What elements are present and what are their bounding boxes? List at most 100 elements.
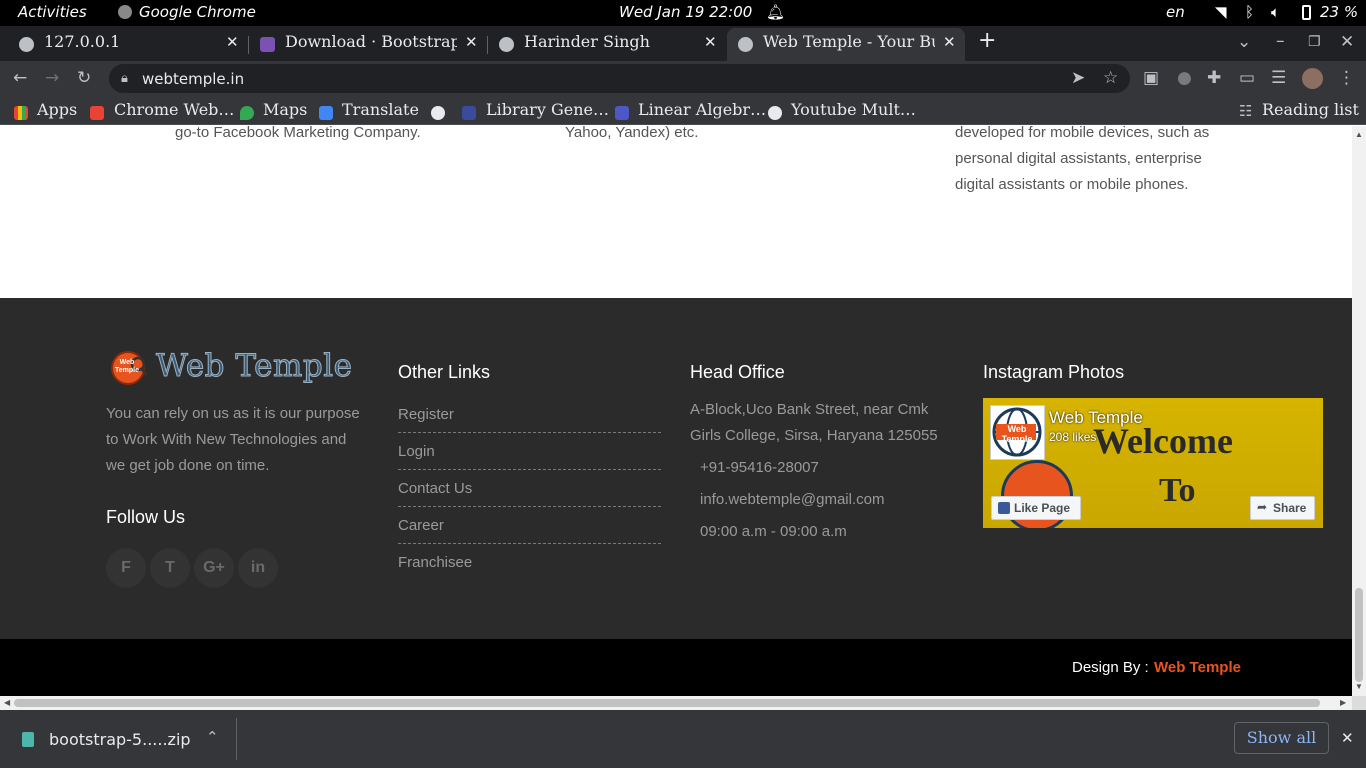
link-label[interactable]: Career (398, 517, 444, 534)
show-all-button[interactable]: Show all (1234, 722, 1329, 754)
url-text[interactable]: webtemple.in (142, 70, 244, 88)
phone-number[interactable]: +91-95416-28007 (700, 455, 819, 481)
link-label[interactable]: Contact Us (398, 480, 472, 497)
close-shelf-icon[interactable]: ✕ (1341, 729, 1354, 747)
close-tab-icon[interactable]: ✕ (943, 33, 956, 51)
email-address[interactable]: info.webtemple@gmail.com (700, 487, 884, 513)
tab-search-chevron-icon[interactable]: ⌄ (1237, 33, 1251, 51)
bookmark-apps[interactable]: Apps (37, 100, 77, 119)
facebook-social-button[interactable]: F (106, 548, 146, 588)
google-plus-social-button[interactable]: G+ (194, 548, 234, 588)
service-text-mobile-3: digital assistants or mobile phones. (955, 176, 1189, 193)
footer-link-contact[interactable]: Contact Us (398, 470, 661, 507)
follow-us-heading: Follow Us (106, 507, 186, 527)
globe-icon (431, 106, 445, 120)
reload-button[interactable]: ↻ (77, 69, 91, 87)
minimize-button[interactable]: – (1276, 32, 1285, 50)
design-by-label: Design By : (1072, 659, 1149, 676)
share-label: Share (1273, 501, 1307, 515)
globe-icon (499, 37, 514, 52)
activities-button[interactable]: Activities (18, 3, 87, 21)
notification-bell-icon: 🔔︎ (766, 3, 786, 21)
tab-harinder[interactable]: Harinder Singh ✕ (488, 28, 726, 61)
bookmark-translate[interactable]: Translate (342, 100, 419, 119)
scroll-down-arrow-icon[interactable]: ▼ (1355, 682, 1363, 691)
fb-page-name[interactable]: Web Temple (1049, 408, 1143, 428)
footer-link-career[interactable]: Career (398, 507, 661, 544)
scroll-right-arrow-icon[interactable]: ▶ (1340, 698, 1346, 707)
forward-button[interactable]: → (45, 69, 59, 87)
scroll-up-arrow-icon[interactable]: ▲ (1355, 130, 1363, 139)
close-tab-icon[interactable]: ✕ (704, 33, 717, 51)
link-label[interactable]: Login (398, 443, 435, 460)
about-text-line-3: we get job done on time. (106, 457, 270, 474)
service-text-mobile-2: personal digital assistants, enterprise (955, 150, 1202, 167)
horizontal-scroll-thumb[interactable] (14, 699, 1320, 707)
download-item[interactable]: bootstrap-5.....zip ⌃ (0, 710, 236, 768)
restore-button[interactable]: ❐ (1308, 33, 1321, 51)
new-tab-button[interactable]: + (978, 30, 996, 52)
close-window-button[interactable]: ✕ (1340, 33, 1354, 51)
maps-pin-icon (240, 106, 254, 120)
banner-to-text: To (1159, 472, 1196, 509)
send-tab-icon[interactable]: ➤ (1071, 69, 1085, 87)
chrome-menu-icon[interactable]: ⋮ (1338, 69, 1355, 87)
app-menu[interactable]: Google Chrome (139, 3, 256, 21)
bookmark-linear-algebra[interactable]: Linear Algebr… (638, 100, 766, 119)
language-indicator[interactable]: en (1166, 3, 1185, 21)
close-tab-icon[interactable]: ✕ (465, 33, 478, 51)
tab-webtemple[interactable]: Web Temple - Your Business ✕ (727, 28, 965, 61)
download-file-name[interactable]: bootstrap-5.....zip (49, 730, 191, 749)
bookmark-star-icon[interactable]: ☆ (1103, 69, 1118, 87)
footer-brand-name[interactable]: Web Temple (156, 348, 353, 385)
about-text-line-1: You can rely on us as it is our purpose (106, 405, 360, 422)
zip-file-icon (22, 732, 34, 747)
tab-localhost[interactable]: 127.0.0.1 ✕ (8, 28, 246, 61)
vertical-scrollbar[interactable]: ▲ ▼ (1352, 126, 1366, 696)
tab-bootstrap[interactable]: Download · Bootstrap v5 ✕ (249, 28, 487, 61)
bookmark-library-genesis[interactable]: Library Gene… (486, 100, 609, 119)
footer-link-register[interactable]: Register (398, 396, 661, 433)
share-button[interactable]: ➦ Share (1250, 496, 1315, 520)
clock[interactable]: Wed Jan 19 22:00 (619, 3, 752, 21)
back-button[interactable]: ← (13, 69, 27, 87)
copyright-bar: Design By : Web Temple (0, 639, 1352, 696)
media-control-icon[interactable]: ☰ (1271, 69, 1286, 87)
profile-avatar[interactable] (1302, 68, 1323, 89)
translate-icon (319, 106, 333, 120)
reading-list-icon: ☷ (1239, 102, 1253, 120)
wifi-icon: ◥ (1215, 3, 1227, 21)
avatar-text: Web Temple (1001, 424, 1033, 444)
chevron-up-icon[interactable]: ⌃ (206, 728, 219, 746)
scroll-left-arrow-icon[interactable]: ◀ (4, 698, 10, 707)
link-label[interactable]: Franchisee (398, 554, 472, 571)
close-tab-icon[interactable]: ✕ (226, 33, 239, 51)
footer-link-franchisee[interactable]: Franchisee (398, 544, 661, 581)
link-label[interactable]: Register (398, 406, 454, 423)
facebook-page-widget[interactable]: Welcome To Web Temple Web Temple 208 lik… (983, 398, 1323, 528)
facebook-f-icon (998, 502, 1010, 514)
bookmark-maps[interactable]: Maps (263, 100, 307, 119)
twitter-social-button[interactable]: T (150, 548, 190, 588)
linear-algebra-icon (615, 106, 629, 120)
tab-capture-icon[interactable]: ▣ (1143, 69, 1159, 87)
extension-icon[interactable]: ● (1177, 69, 1192, 87)
office-hours: 09:00 a.m - 09:00 a.m (700, 523, 847, 540)
extensions-puzzle-icon[interactable]: ✚ (1207, 69, 1221, 87)
tab-title: 127.0.0.1 (44, 32, 121, 51)
linkedin-social-button[interactable]: in (238, 548, 278, 588)
bookmark-chrome-web-store[interactable]: Chrome Web… (114, 100, 234, 119)
bookmark-youtube-multi[interactable]: Youtube Mult… (791, 100, 916, 119)
cast-icon[interactable]: ▭ (1239, 69, 1255, 87)
bookmarks-bar: Apps Chrome Web… Maps Translate Library … (0, 96, 1366, 125)
chrome-app-icon (118, 5, 132, 19)
reading-list-button[interactable]: Reading list (1262, 100, 1359, 119)
design-by-link[interactable]: Web Temple (1154, 659, 1241, 676)
address-bar[interactable]: 🔒︎ webtemple.in ➤ ☆ (109, 64, 1130, 93)
horizontal-scrollbar[interactable]: ◀ ▶ (0, 696, 1352, 710)
vertical-scroll-thumb[interactable] (1355, 588, 1363, 682)
lock-icon[interactable]: 🔒︎ (121, 70, 128, 88)
footer-link-login[interactable]: Login (398, 433, 661, 470)
like-page-button[interactable]: Like Page (991, 496, 1081, 520)
fb-page-likes: 208 likes (1049, 430, 1097, 444)
